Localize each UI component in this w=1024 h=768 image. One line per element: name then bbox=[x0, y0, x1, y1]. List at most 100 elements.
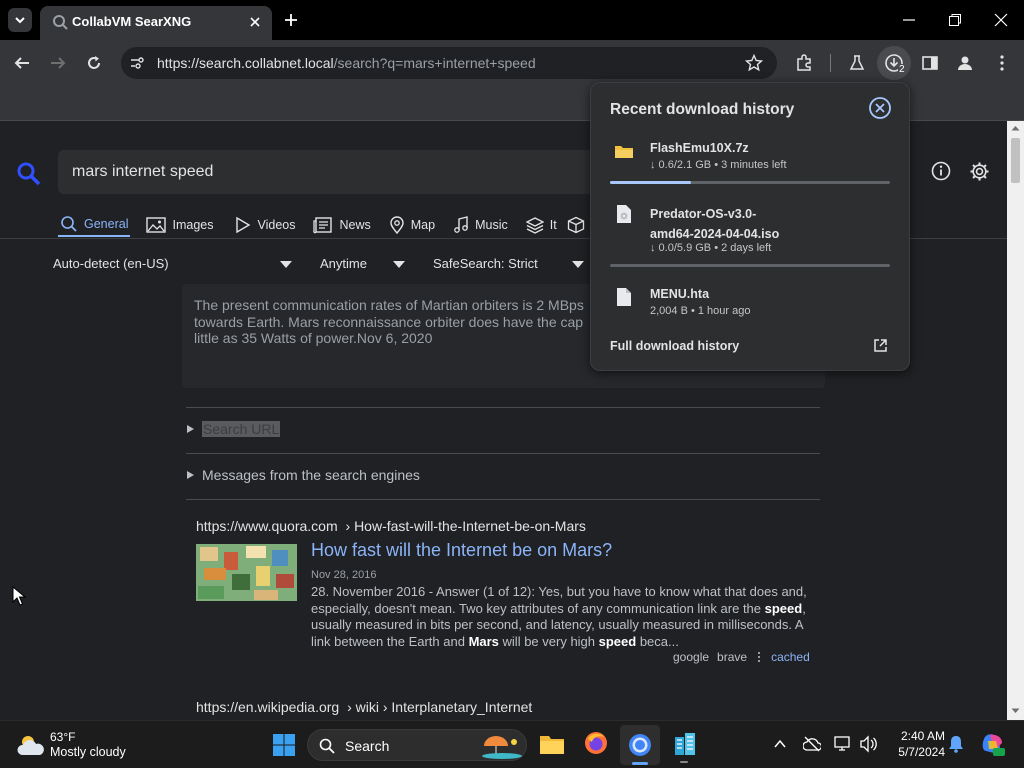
mouse-cursor-icon bbox=[12, 586, 26, 606]
engine-google: google bbox=[673, 650, 710, 664]
chevron-up-icon[interactable] bbox=[773, 737, 787, 751]
copilot-pre-icon[interactable] bbox=[980, 731, 1006, 757]
chrome-taskbar-button[interactable] bbox=[620, 725, 660, 765]
answer-line-3: little as 35 Watts of power.Nov 6, 2020 bbox=[194, 330, 433, 346]
messages-label: Messages from the search engines bbox=[202, 467, 420, 483]
search-input[interactable]: mars internet speed bbox=[58, 150, 618, 194]
divider bbox=[186, 453, 820, 454]
close-tab-icon[interactable] bbox=[248, 15, 262, 29]
tab-images[interactable]: Images bbox=[146, 213, 213, 237]
messages-toggle[interactable]: Messages from the search engines bbox=[186, 467, 420, 483]
url-text: https://search.collabnet.local/search?q=… bbox=[157, 55, 536, 71]
tab-title: CollabVM SearXNG bbox=[72, 14, 192, 29]
thumbnail-illustration bbox=[196, 544, 297, 601]
url-host: https://search.collabnet.local bbox=[157, 55, 334, 71]
preferences-gear-icon[interactable] bbox=[969, 161, 990, 182]
weather-temp: 63°F bbox=[50, 730, 76, 744]
tab-general[interactable]: General bbox=[58, 213, 131, 237]
download-status: ↓ 0.0/5.9 GB • 2 days left bbox=[650, 242, 772, 254]
scroll-down-arrow-icon[interactable] bbox=[1011, 708, 1020, 714]
minimize-icon[interactable] bbox=[902, 13, 916, 27]
result-url[interactable]: https://www.quora.com › How-fast-will-th… bbox=[196, 518, 586, 534]
time-range-select[interactable]: Anytime bbox=[320, 256, 408, 274]
search-url-label: Search URL bbox=[202, 421, 281, 437]
download-status: 2,004 B • 1 hour ago bbox=[650, 305, 751, 317]
music-note-icon bbox=[454, 216, 468, 233]
divider bbox=[186, 499, 820, 500]
tab-it[interactable]: It bbox=[525, 213, 557, 237]
forward-icon[interactable] bbox=[49, 54, 67, 72]
tab-map-label: Map bbox=[410, 218, 436, 232]
safesearch-value: SafeSearch: Strict bbox=[433, 256, 538, 271]
search-url-toggle[interactable]: Search URL bbox=[186, 421, 281, 437]
dropdown-arrow-icon bbox=[280, 261, 292, 268]
clock-time: 2:40 AM bbox=[900, 729, 945, 743]
address-bar[interactable]: https://search.collabnet.local/search?q=… bbox=[121, 47, 777, 79]
cloudy-weather-icon bbox=[17, 736, 44, 755]
safesearch-select[interactable]: SafeSearch: Strict bbox=[433, 256, 588, 274]
more-vertical-icon bbox=[758, 652, 761, 662]
labs-flask-icon[interactable] bbox=[848, 54, 866, 72]
file-icon bbox=[617, 288, 631, 306]
extensions-icon[interactable] bbox=[795, 54, 813, 72]
new-tab-icon[interactable] bbox=[283, 12, 299, 28]
reload-icon[interactable] bbox=[85, 54, 103, 72]
cached-link[interactable]: cached bbox=[771, 650, 810, 664]
chevron-down-icon bbox=[15, 17, 25, 24]
tab-map[interactable]: Map bbox=[389, 213, 435, 237]
close-window-icon[interactable] bbox=[994, 13, 1008, 27]
page-scrollbar[interactable] bbox=[1007, 121, 1024, 720]
tab-music[interactable]: Music bbox=[453, 213, 508, 237]
buildings-app-icon[interactable] bbox=[673, 731, 697, 757]
cloud-offline-icon[interactable] bbox=[803, 735, 821, 753]
firefox-icon[interactable] bbox=[584, 731, 608, 755]
downloads-button[interactable]: 2 bbox=[877, 46, 911, 80]
weather-widget[interactable]: 63°F Mostly cloudy bbox=[10, 727, 130, 763]
result-url[interactable]: https://en.wikipedia.org › wiki › Interp… bbox=[196, 699, 532, 715]
result-title-link[interactable]: How fast will the Internet be on Mars? bbox=[311, 540, 612, 561]
tab-news[interactable]: News bbox=[313, 213, 371, 237]
browser-tab[interactable]: CollabVM SearXNG bbox=[40, 6, 272, 40]
tab-search-button[interactable] bbox=[8, 8, 32, 32]
download-filename[interactable]: Predator-OS-v3.0- amd64-2024-04-04.iso bbox=[650, 204, 779, 244]
answer-line-1: The present communication rates of Marti… bbox=[194, 297, 584, 313]
network-monitor-icon[interactable] bbox=[834, 735, 852, 753]
scroll-up-arrow-icon[interactable] bbox=[1011, 125, 1020, 131]
download-filename[interactable]: MENU.hta bbox=[650, 287, 709, 301]
open-external-icon[interactable] bbox=[873, 338, 888, 353]
restore-icon[interactable] bbox=[948, 13, 962, 27]
profile-icon[interactable] bbox=[956, 54, 974, 72]
notification-bell-icon[interactable] bbox=[948, 735, 964, 753]
snippet-text: will be very high bbox=[498, 633, 599, 649]
tab-videos[interactable]: Videos bbox=[233, 213, 295, 237]
windows-start-icon[interactable] bbox=[272, 733, 296, 757]
scrollbar-thumb[interactable] bbox=[1011, 138, 1020, 183]
download-filename[interactable]: FlashEmu10X.7z bbox=[650, 141, 749, 155]
menu-kebab-icon[interactable] bbox=[993, 54, 1011, 72]
side-panel-icon[interactable] bbox=[921, 54, 939, 72]
close-panel-icon[interactable] bbox=[869, 97, 891, 119]
weather-description: Mostly cloudy bbox=[50, 745, 126, 759]
full-download-history-link[interactable]: Full download history bbox=[610, 339, 739, 353]
download-count-badge: 2 bbox=[898, 64, 906, 75]
clock[interactable]: 2:40 AM 5/7/2024 bbox=[887, 729, 945, 759]
download-filename-line-1: Predator-OS-v3.0- bbox=[650, 207, 757, 221]
taskbar-search-box[interactable]: Search bbox=[307, 729, 527, 761]
site-info-icon[interactable] bbox=[129, 55, 145, 71]
snippet-highlight: speed bbox=[764, 600, 803, 616]
tab-music-label: Music bbox=[475, 218, 508, 232]
archive-folder-icon bbox=[615, 146, 633, 158]
result-date: Nov 28, 2016 bbox=[311, 569, 377, 581]
language-select[interactable]: Auto-detect (en-US) bbox=[53, 256, 295, 274]
bookmark-star-icon[interactable] bbox=[745, 54, 763, 72]
result-path: › wiki › Interplanetary_Internet bbox=[347, 699, 533, 715]
volume-icon[interactable] bbox=[859, 735, 877, 753]
search-icon bbox=[61, 216, 77, 232]
back-icon[interactable] bbox=[13, 54, 31, 72]
download-status: ↓ 0.6/2.1 GB • 3 minutes left bbox=[650, 159, 787, 171]
searxng-logo-icon[interactable] bbox=[16, 161, 42, 187]
result-thumbnail[interactable] bbox=[196, 544, 297, 601]
file-explorer-icon[interactable] bbox=[539, 733, 565, 755]
disc-image-file-icon bbox=[617, 205, 631, 223]
info-icon[interactable] bbox=[931, 161, 951, 181]
